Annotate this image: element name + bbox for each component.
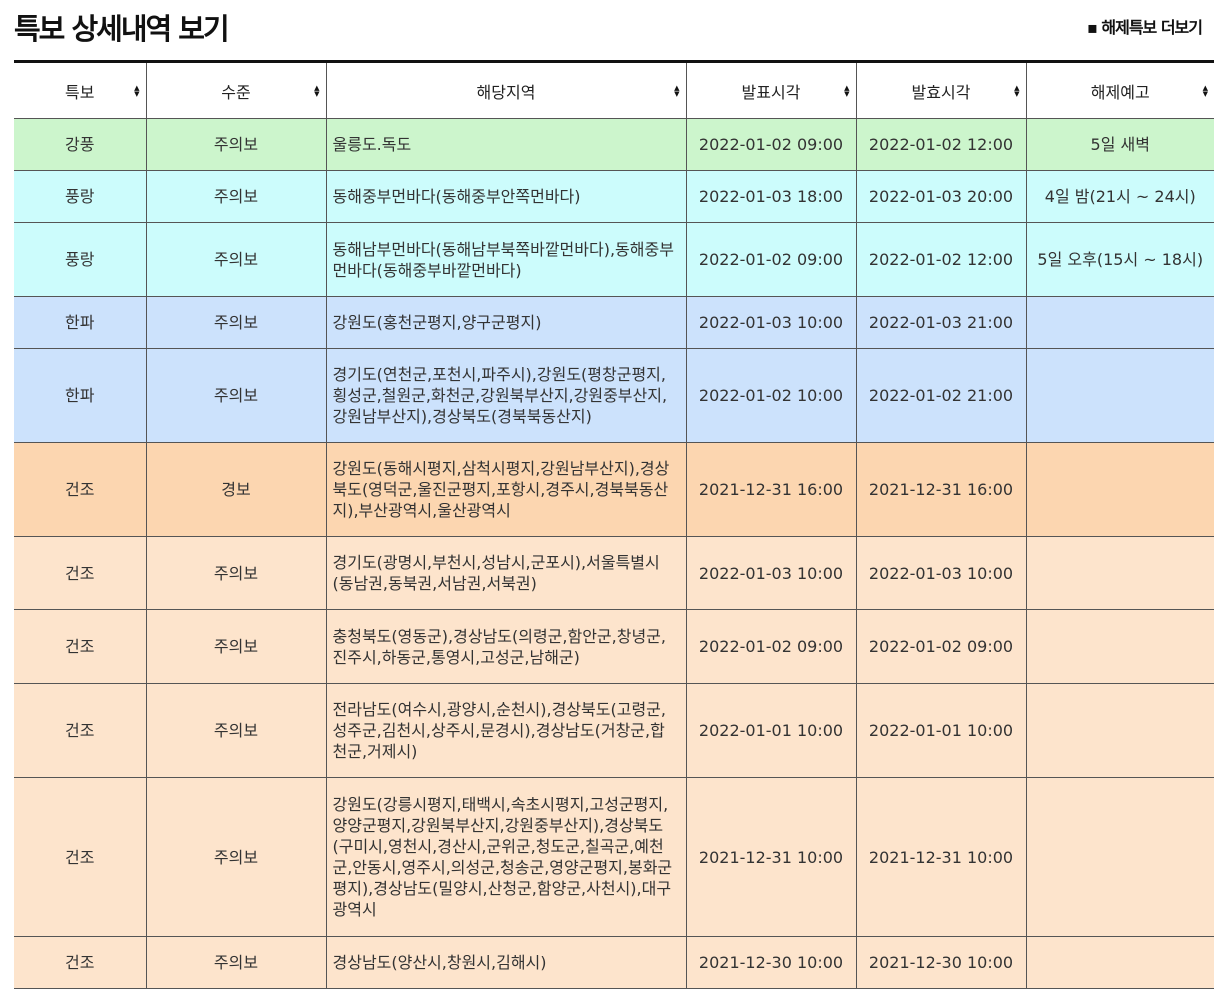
cell-level: 주의보	[145, 170, 326, 223]
cell-announce-time: 2022-01-02 09:00	[685, 609, 856, 684]
cell-level: 주의보	[145, 296, 326, 349]
cell-announce-time: 2021-12-30 10:00	[685, 936, 856, 989]
cell-effective-time: 2022-01-03 20:00	[855, 170, 1026, 223]
cell-release-notice: 5일 오후(15시 ~ 18시)	[1025, 222, 1214, 297]
cell-region: 울릉도.독도	[325, 118, 686, 171]
cell-announce-time: 2022-01-02 10:00	[685, 348, 856, 443]
cell-level: 주의보	[145, 936, 326, 989]
cell-type: 건조	[14, 536, 146, 610]
header-effective-time[interactable]: 발효시각 ▲ ▼	[855, 61, 1026, 119]
cell-level: 주의보	[145, 348, 326, 443]
table-row: 강풍 주의보 울릉도.독도 2022-01-02 09:00 2022-01-0…	[14, 118, 1214, 171]
cell-region: 경상남도(양산시,창원시,김해시)	[325, 936, 686, 989]
header-region[interactable]: 해당지역 ▲ ▼	[325, 61, 686, 119]
cell-announce-time: 2021-12-31 16:00	[685, 442, 856, 537]
cell-level: 주의보	[145, 222, 326, 297]
cell-region: 경기도(연천군,포천시,파주시),강원도(평창군평지,횡성군,철원군,화천군,강…	[325, 348, 686, 443]
cell-type: 건조	[14, 442, 146, 537]
cell-release-notice: 5일 새벽	[1025, 118, 1214, 171]
cell-announce-time: 2022-01-03 10:00	[685, 536, 856, 610]
cell-level: 주의보	[145, 777, 326, 937]
cell-release-notice: 4일 밤(21시 ~ 24시)	[1025, 170, 1214, 223]
header-type[interactable]: 특보 ▲ ▼	[14, 61, 146, 119]
cell-release-notice	[1025, 683, 1214, 778]
warnings-table: 특보 ▲ ▼ 수준 ▲ ▼ 해당지역 ▲ ▼ 발표시각 ▲ ▼ 발효시각 ▲ ▼ 해제예고 ▲ ▼ 강풍…	[14, 60, 1214, 989]
cell-announce-time: 2022-01-01 10:00	[685, 683, 856, 778]
cell-announce-time: 2022-01-02 09:00	[685, 118, 856, 171]
cell-effective-time: 2022-01-02 21:00	[855, 348, 1026, 443]
cell-effective-time: 2022-01-03 10:00	[855, 536, 1026, 610]
cell-type: 건조	[14, 609, 146, 684]
cell-effective-time: 2022-01-02 12:00	[855, 222, 1026, 297]
cell-region: 충청북도(영동군),경상남도(의령군,함안군,창녕군,진주시,하동군,통영시,고…	[325, 609, 686, 684]
sort-icon[interactable]: ▲ ▼	[134, 84, 139, 97]
cell-region: 강원도(강릉시평지,태백시,속초시평지,고성군평지,양양군평지,강원북부산지,강…	[325, 777, 686, 937]
cell-effective-time: 2021-12-30 10:00	[855, 936, 1026, 989]
cell-region: 경기도(광명시,부천시,성남시,군포시),서울특별시(동남권,동북권,서남권,서…	[325, 536, 686, 610]
cell-effective-time: 2022-01-01 10:00	[855, 683, 1026, 778]
header-level[interactable]: 수준 ▲ ▼	[145, 61, 326, 119]
cell-effective-time: 2021-12-31 10:00	[855, 777, 1026, 937]
table-row: 건조 주의보 전라남도(여수시,광양시,순천시),경상북도(고령군,성주군,김천…	[14, 683, 1214, 778]
header-release-notice[interactable]: 해제예고 ▲ ▼	[1025, 61, 1214, 119]
table-row: 한파 주의보 강원도(홍천군평지,양구군평지) 2022-01-03 10:00…	[14, 296, 1214, 349]
cell-type: 풍랑	[14, 170, 146, 223]
cell-type: 건조	[14, 683, 146, 778]
cell-release-notice	[1025, 536, 1214, 610]
cell-release-notice	[1025, 348, 1214, 443]
cell-type: 풍랑	[14, 222, 146, 297]
table-row: 한파 주의보 경기도(연천군,포천시,파주시),강원도(평창군평지,횡성군,철원…	[14, 348, 1214, 443]
more-released-link[interactable]: ▪ 해제특보 더보기	[1087, 14, 1203, 38]
cell-announce-time: 2022-01-03 10:00	[685, 296, 856, 349]
sort-icon[interactable]: ▲ ▼	[1203, 84, 1208, 97]
cell-region: 강원도(동해시평지,삼척시평지,강원남부산지),경상북도(영덕군,울진군평지,포…	[325, 442, 686, 537]
table-row: 건조 주의보 경상남도(양산시,창원시,김해시) 2021-12-30 10:0…	[14, 936, 1214, 989]
table-row: 풍랑 주의보 동해남부먼바다(동해남부북쪽바깥먼바다),동해중부먼바다(동해중부…	[14, 222, 1214, 297]
cell-release-notice	[1025, 936, 1214, 989]
cell-announce-time: 2022-01-02 09:00	[685, 222, 856, 297]
cell-region: 전라남도(여수시,광양시,순천시),경상북도(고령군,성주군,김천시,상주시,문…	[325, 683, 686, 778]
cell-announce-time: 2021-12-31 10:00	[685, 777, 856, 937]
sort-icon[interactable]: ▲ ▼	[674, 84, 679, 97]
cell-release-notice	[1025, 442, 1214, 537]
cell-effective-time: 2022-01-02 12:00	[855, 118, 1026, 171]
cell-effective-time: 2022-01-03 21:00	[855, 296, 1026, 349]
cell-region: 동해중부먼바다(동해중부안쪽먼바다)	[325, 170, 686, 223]
table-row: 건조 주의보 경기도(광명시,부천시,성남시,군포시),서울특별시(동남권,동북…	[14, 536, 1214, 610]
table-row: 건조 경보 강원도(동해시평지,삼척시평지,강원남부산지),경상북도(영덕군,울…	[14, 442, 1214, 537]
cell-release-notice	[1025, 296, 1214, 349]
table-row: 풍랑 주의보 동해중부먼바다(동해중부안쪽먼바다) 2022-01-03 18:…	[14, 170, 1214, 223]
cell-release-notice	[1025, 777, 1214, 937]
cell-region: 강원도(홍천군평지,양구군평지)	[325, 296, 686, 349]
sort-icon[interactable]: ▲ ▼	[314, 84, 319, 97]
table-header-row: 특보 ▲ ▼ 수준 ▲ ▼ 해당지역 ▲ ▼ 발표시각 ▲ ▼ 발효시각 ▲ ▼ 해제예고 ▲ ▼	[14, 61, 1214, 119]
header-announce-time[interactable]: 발표시각 ▲ ▼	[685, 61, 856, 119]
cell-effective-time: 2021-12-31 16:00	[855, 442, 1026, 537]
page-title: 특보 상세내역 보기	[14, 12, 230, 46]
cell-type: 강풍	[14, 118, 146, 171]
cell-type: 한파	[14, 348, 146, 443]
table-row: 건조 주의보 강원도(강릉시평지,태백시,속초시평지,고성군평지,양양군평지,강…	[14, 777, 1214, 937]
cell-type: 한파	[14, 296, 146, 349]
table-row: 건조 주의보 충청북도(영동군),경상남도(의령군,함안군,창녕군,진주시,하동…	[14, 609, 1214, 684]
cell-release-notice	[1025, 609, 1214, 684]
cell-announce-time: 2022-01-03 18:00	[685, 170, 856, 223]
sort-icon[interactable]: ▲ ▼	[844, 84, 849, 97]
cell-effective-time: 2022-01-02 09:00	[855, 609, 1026, 684]
cell-level: 주의보	[145, 118, 326, 171]
cell-level: 경보	[145, 442, 326, 537]
sort-icon[interactable]: ▲ ▼	[1014, 84, 1019, 97]
cell-type: 건조	[14, 936, 146, 989]
cell-level: 주의보	[145, 536, 326, 610]
cell-region: 동해남부먼바다(동해남부북쪽바깥먼바다),동해중부먼바다(동해중부바깥먼바다)	[325, 222, 686, 297]
cell-level: 주의보	[145, 609, 326, 684]
cell-level: 주의보	[145, 683, 326, 778]
cell-type: 건조	[14, 777, 146, 937]
